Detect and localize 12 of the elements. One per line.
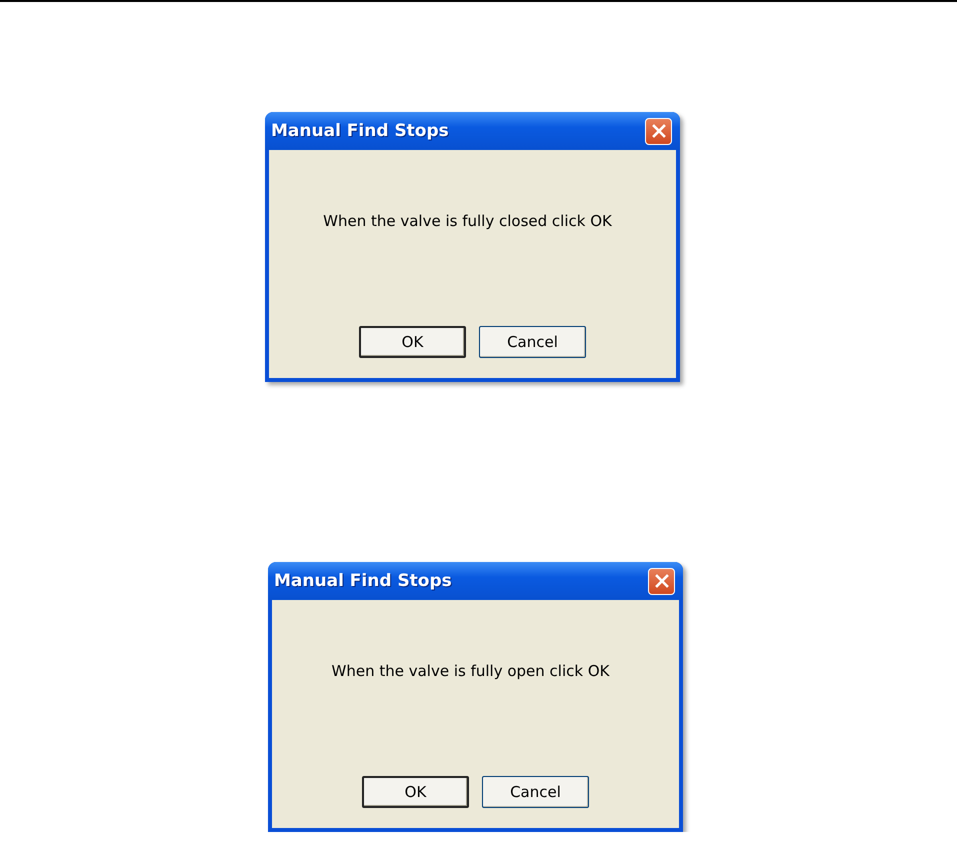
close-button[interactable] [648, 568, 675, 594]
message-text: When the valve is fully closed click OK [323, 212, 612, 230]
close-icon [652, 124, 666, 138]
close-button[interactable] [645, 118, 672, 144]
cancel-button[interactable]: Cancel [482, 776, 589, 808]
cancel-button[interactable]: Cancel [479, 326, 586, 358]
window-title: Manual Find Stops [274, 571, 452, 591]
ok-button[interactable]: OK [362, 776, 469, 808]
ok-button[interactable]: OK [359, 326, 466, 358]
close-icon [654, 574, 668, 588]
message-text: When the valve is fully open click OK [332, 662, 610, 680]
window-title: Manual Find Stops [271, 121, 449, 141]
